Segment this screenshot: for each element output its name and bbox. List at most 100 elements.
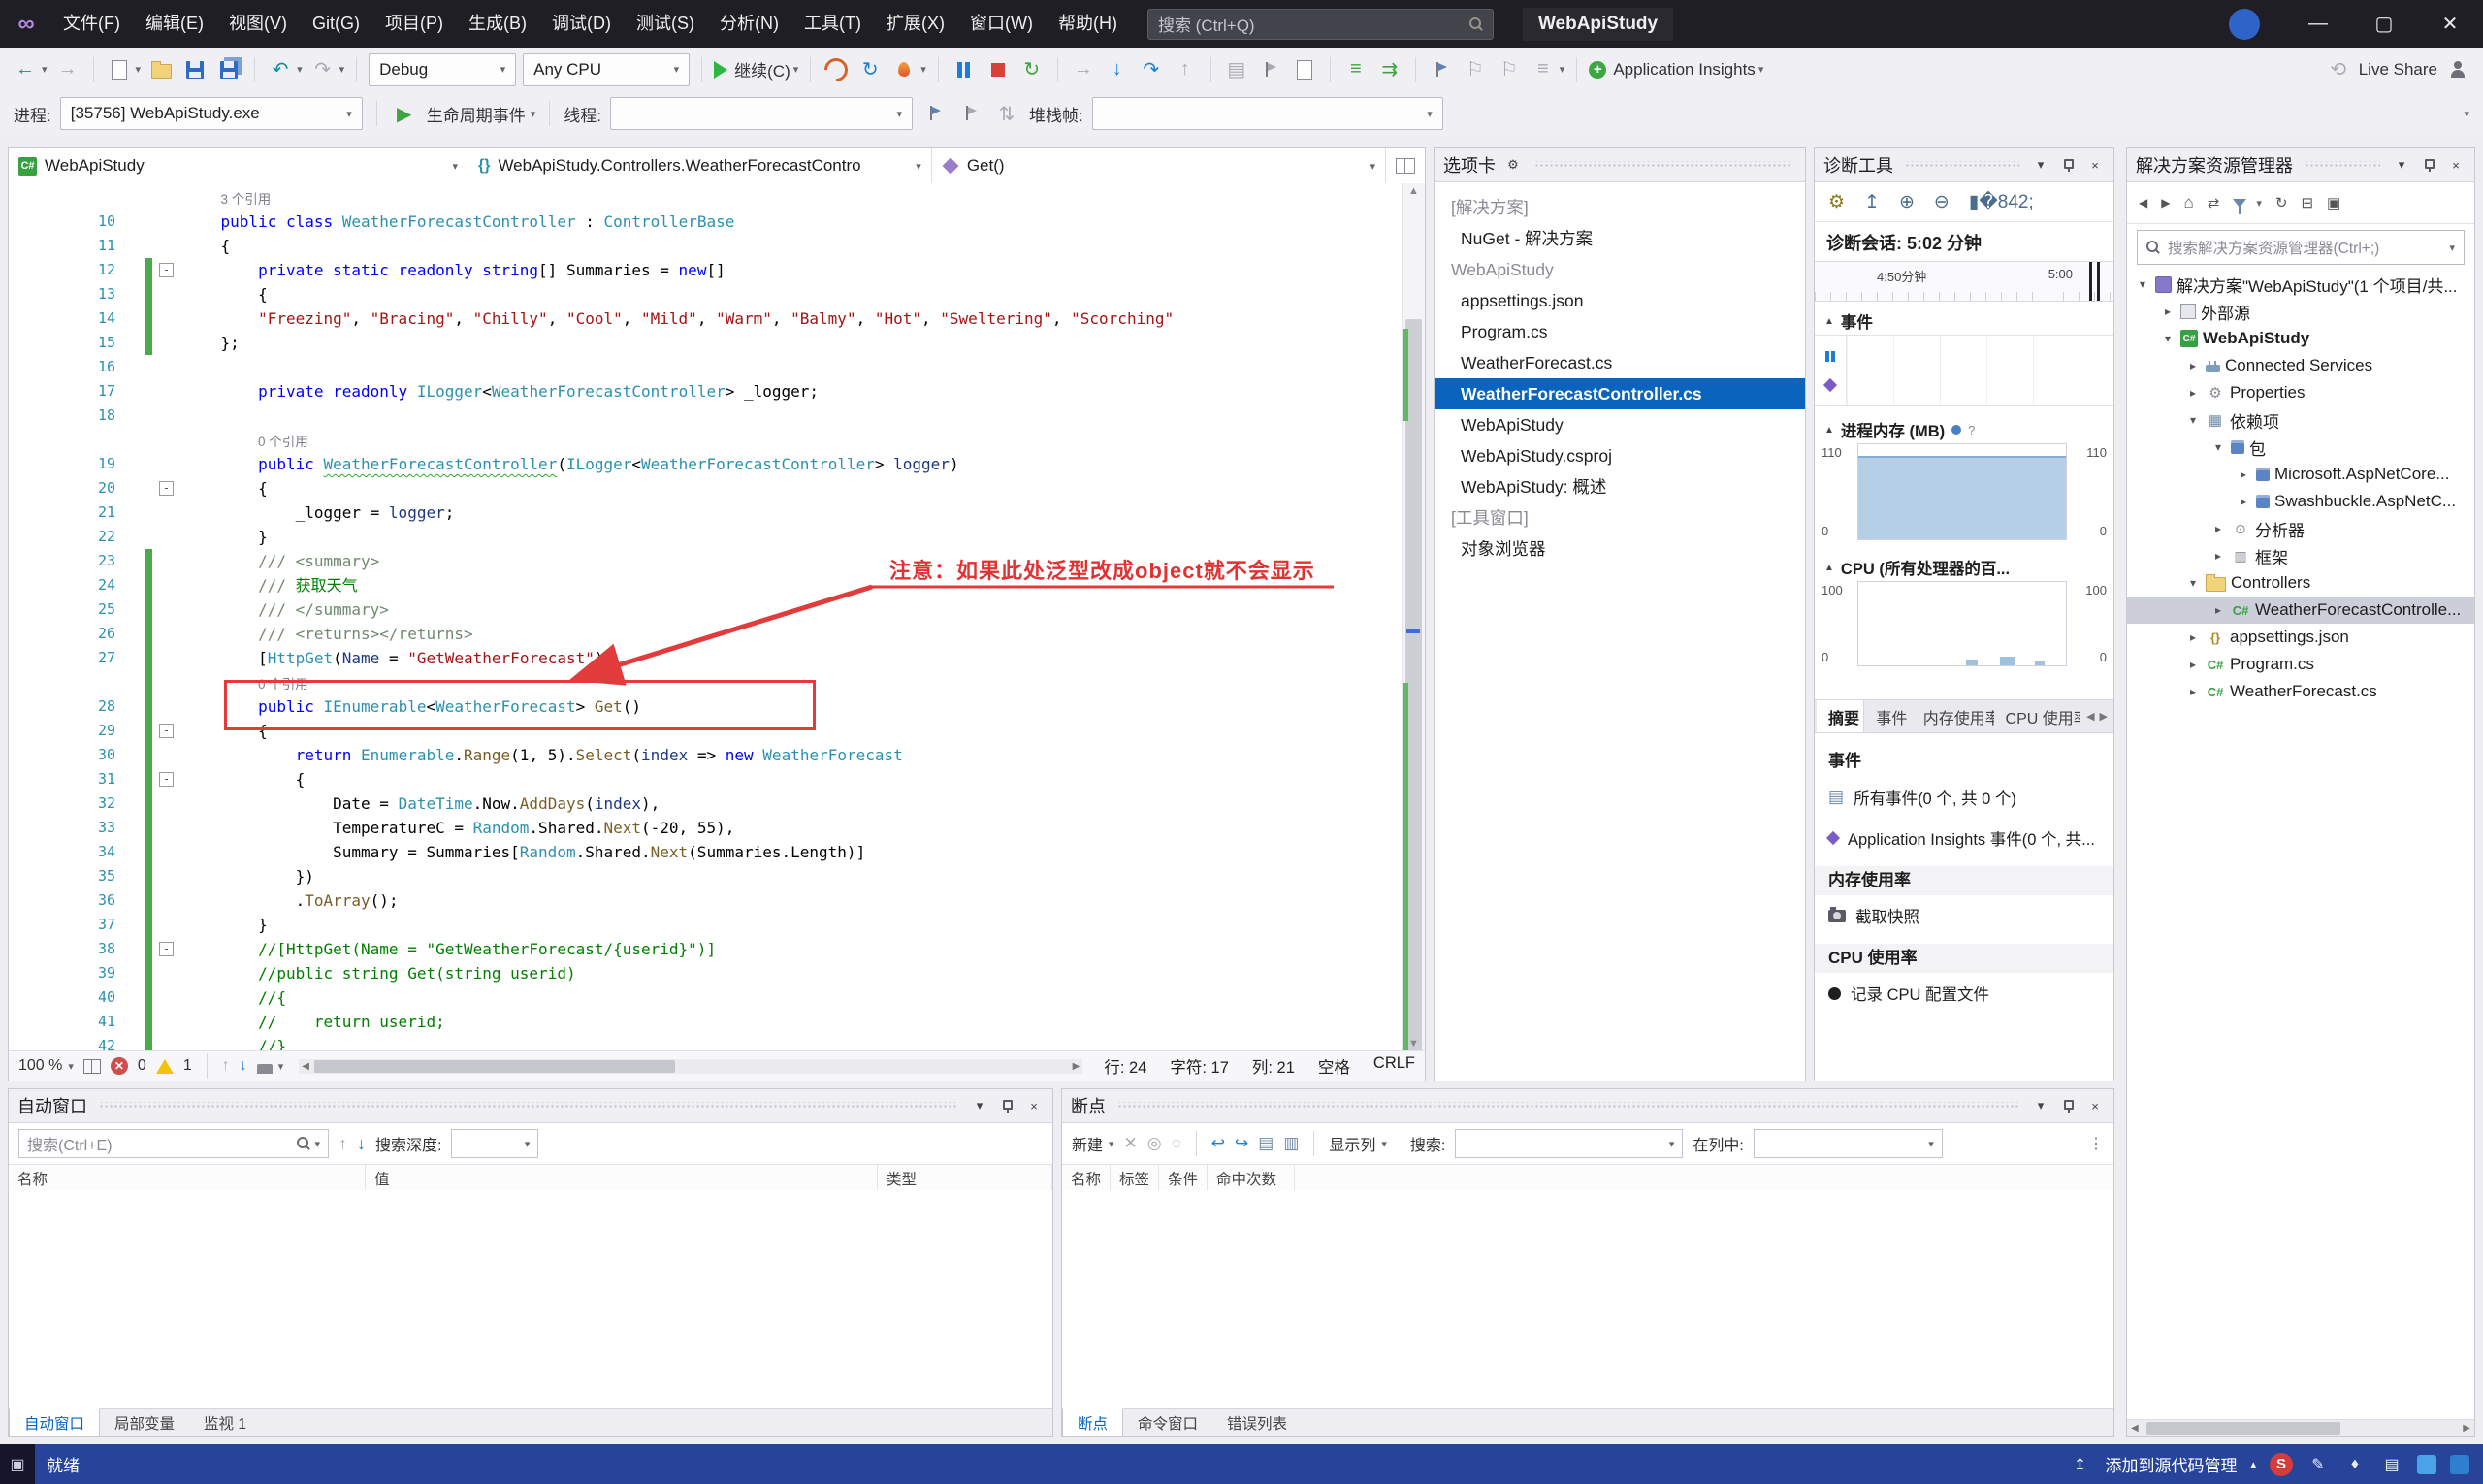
window-tile2-icon[interactable] <box>2450 1454 2469 1474</box>
memory-section-header[interactable]: ▲ 进程内存 (MB) ? <box>1815 416 2113 443</box>
zoom-out-icon[interactable]: ⊖ <box>1934 191 1950 213</box>
expander-icon[interactable]: ▸ <box>2210 603 2226 617</box>
column-header[interactable]: 条件 <box>1159 1165 1208 1192</box>
tab-scroll-right-icon[interactable]: ▶ <box>2100 710 2108 723</box>
intellitrace-list-icon[interactable]: ≡ <box>1342 56 1370 83</box>
go-to-disassembly-icon[interactable]: ▥ <box>1283 1134 1299 1153</box>
code-line[interactable]: 12- private static readonly string[] Sum… <box>9 258 1425 282</box>
close-button[interactable]: ✕ <box>2417 0 2483 48</box>
open-document-item[interactable]: WebApiStudy.csproj <box>1435 440 1805 471</box>
filter-dropdown-icon[interactable]: ▾ <box>2256 197 2262 210</box>
take-snapshot-link[interactable]: 截取快照 <box>1815 895 2113 936</box>
continue-dropdown-icon[interactable]: ▾ <box>793 63 799 76</box>
close-icon[interactable]: × <box>2446 155 2466 175</box>
split-window-button[interactable] <box>1386 148 1425 183</box>
pin-icon[interactable] <box>997 1096 1016 1115</box>
autos-grid-body[interactable] <box>9 1190 1052 1409</box>
expander-icon[interactable]: ▸ <box>2185 359 2201 372</box>
code-line[interactable]: 25 /// </summary> <box>9 597 1425 622</box>
open-document-item[interactable]: 对象浏览器 <box>1435 533 1805 565</box>
menu-item[interactable]: 帮助(H) <box>1046 0 1130 48</box>
app-insights-events-link[interactable]: Application Insights 事件(0 个, 共... <box>1815 818 2113 858</box>
code-line[interactable]: 30 return Enumerable.Range(1, 5).Select(… <box>9 743 1425 767</box>
step-into-icon[interactable]: ↓ <box>1104 56 1131 83</box>
menu-item[interactable]: 分析(N) <box>707 0 791 48</box>
code-line[interactable]: 27 [HttpGet(Name = "GetWeatherForecast")… <box>9 646 1425 670</box>
search-dropdown-icon[interactable]: ▾ <box>314 1138 320 1150</box>
navbar-type-dropdown[interactable]: {} WebApiStudy.Controllers.WeatherForeca… <box>468 148 932 183</box>
show-columns-dropdown-icon[interactable]: ▾ <box>1381 1138 1387 1150</box>
scroll-left-icon[interactable]: ◀ <box>2127 1423 2139 1434</box>
code-line[interactable]: 20- { <box>9 476 1425 500</box>
panel-tab[interactable]: 监视 1 <box>189 1409 261 1436</box>
user-avatar[interactable] <box>2229 8 2260 40</box>
events-section-header[interactable]: ▲ 事件 <box>1815 307 2113 335</box>
diagnostic-flag-icon[interactable] <box>1257 56 1284 83</box>
diagnostics-tab[interactable]: 事件 <box>1864 700 1911 732</box>
keyboard-icon[interactable]: ▤ <box>2380 1453 2403 1476</box>
undo-icon[interactable]: ↶ <box>267 56 294 83</box>
tree-item[interactable]: ▾ 包 <box>2127 434 2474 461</box>
import-breakpoints-icon[interactable]: ↩ <box>1211 1134 1225 1153</box>
menu-item[interactable]: 生成(B) <box>456 0 539 48</box>
menu-item[interactable]: 视图(V) <box>216 0 300 48</box>
menu-item[interactable]: 文件(F) <box>50 0 133 48</box>
quick-search-input[interactable]: 搜索 (Ctrl+Q) <box>1146 8 1494 40</box>
panel-tab[interactable]: 命令窗口 <box>1123 1409 1212 1436</box>
diagnostics-tab[interactable]: 内存使用率 <box>1912 700 1994 732</box>
menu-item[interactable]: 项目(P) <box>372 0 456 48</box>
search-options-dropdown-icon[interactable]: ▾ <box>2449 242 2455 254</box>
tree-item[interactable]: ▾WebApiStudy <box>2127 325 2474 352</box>
code-line[interactable]: 35 }) <box>9 864 1425 888</box>
tree-item[interactable]: ▸appsettings.json <box>2127 624 2474 651</box>
code-line[interactable]: 10 public class WeatherForecastControlle… <box>9 210 1425 234</box>
bookmark-list-icon[interactable]: ≡ <box>1530 56 1557 83</box>
column-header[interactable]: 命中次数 <box>1208 1165 1295 1192</box>
code-cleanup-dropdown-icon[interactable]: ▾ <box>278 1060 284 1073</box>
pen-icon[interactable]: ✎ <box>2306 1453 2330 1476</box>
solution-search-input[interactable]: 搜索解决方案资源管理器(Ctrl+;) ▾ <box>2137 230 2465 265</box>
code-line[interactable]: 29- { <box>9 719 1425 743</box>
code-line[interactable]: 26 /// <returns></returns> <box>9 622 1425 646</box>
column-header[interactable]: 名称 <box>1062 1165 1111 1192</box>
events-document-icon[interactable] <box>1291 56 1318 83</box>
panel-tab[interactable]: 断点 <box>1062 1408 1124 1436</box>
restart-icon[interactable]: ↻ <box>1018 56 1046 83</box>
suspend-thread-icon[interactable]: ⇅ <box>993 100 1020 127</box>
menu-item[interactable]: 窗口(W) <box>957 0 1046 48</box>
pin-icon[interactable] <box>2058 1096 2078 1115</box>
editor-horizontal-scrollbar[interactable]: ◀ ▶ <box>299 1058 1083 1074</box>
delete-breakpoint-icon[interactable]: ✕ <box>1124 1134 1138 1153</box>
errors-icon[interactable]: ✕ <box>110 1057 128 1075</box>
undo-dropdown-icon[interactable]: ▾ <box>297 63 303 76</box>
redo-dropdown-icon[interactable]: ▾ <box>339 63 345 76</box>
pin-icon[interactable] <box>2419 155 2438 175</box>
expander-icon[interactable]: ▸ <box>2210 549 2226 563</box>
expander-icon[interactable]: ▸ <box>2185 685 2201 698</box>
search-deeper-icon[interactable]: ↓ <box>357 1134 366 1154</box>
stop-debugging-icon[interactable] <box>984 56 1012 83</box>
continue-button[interactable]: 继续(C) <box>734 57 790 81</box>
open-document-item[interactable]: Program.cs <box>1435 316 1805 347</box>
live-share-icon[interactable]: ⟲ <box>2325 56 2352 83</box>
window-position-dropdown-icon[interactable]: ▾ <box>970 1096 989 1115</box>
break-all-icon[interactable] <box>951 56 978 83</box>
menu-item[interactable]: 测试(S) <box>624 0 707 48</box>
fold-toggle-icon[interactable]: - <box>159 263 174 277</box>
show-all-files-icon[interactable]: ▣ <box>2327 194 2340 211</box>
solution-configuration-dropdown[interactable]: Debug ▾ <box>369 52 517 86</box>
cpu-section-header[interactable]: ▲ CPU (所有处理器的百... <box>1815 554 2113 581</box>
code-line[interactable]: 39 //public string Get(string userid) <box>9 961 1425 985</box>
code-line[interactable]: 17 private readonly ILogger<WeatherForec… <box>9 379 1425 403</box>
open-document-item[interactable]: WebApiStudy: 概述 <box>1435 471 1805 502</box>
menu-item[interactable]: 编辑(E) <box>133 0 216 48</box>
solution-platform-dropdown[interactable]: Any CPU ▾ <box>523 52 691 86</box>
code-line[interactable]: 40 //{ <box>9 985 1425 1010</box>
navigate-back-dropdown-icon[interactable]: ▾ <box>42 63 48 76</box>
code-line[interactable]: 13 { <box>9 282 1425 306</box>
code-line[interactable]: 19 public WeatherForecastController(ILog… <box>9 452 1425 476</box>
mic-icon[interactable]: ♦ <box>2343 1453 2367 1476</box>
navbar-member-dropdown[interactable]: Get() ▾ <box>932 148 1387 183</box>
column-header[interactable]: 值 <box>366 1165 878 1192</box>
scroll-right-icon[interactable]: ▶ <box>2463 1423 2474 1434</box>
